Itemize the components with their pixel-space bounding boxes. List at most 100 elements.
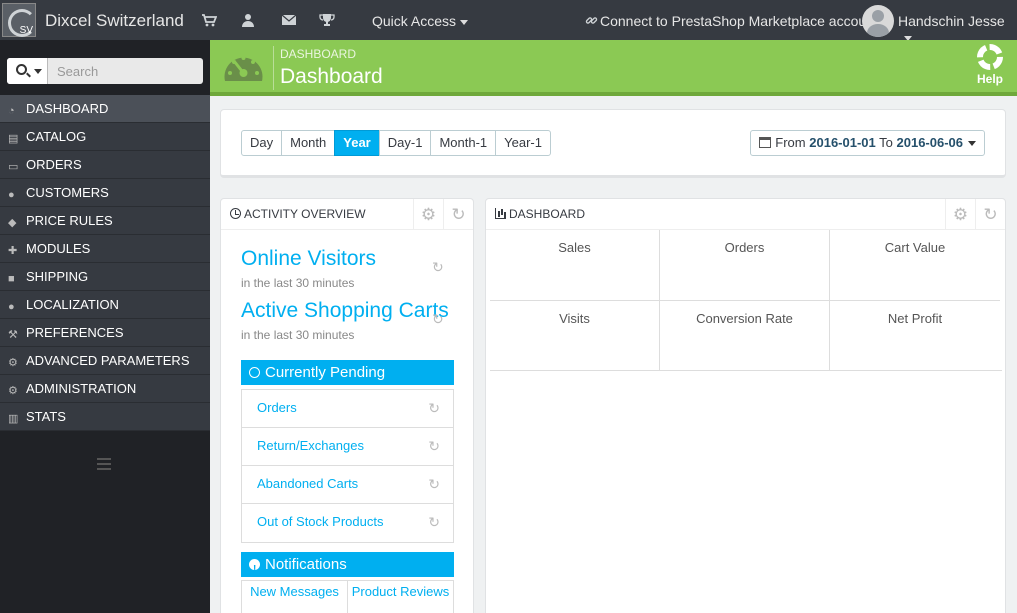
chevron-down-icon: [34, 69, 42, 74]
refresh-icon[interactable]: ↻: [432, 311, 444, 328]
list-item-label: Return/Exchanges: [257, 438, 364, 453]
kpi-cart-value[interactable]: Cart Value: [830, 230, 1000, 300]
refresh-icon[interactable]: ↻: [975, 199, 1005, 230]
cart-icon[interactable]: [201, 12, 218, 28]
panel-title: Activity overview: [230, 207, 366, 221]
page-header: DASHBOARD Dashboard Help: [210, 40, 1017, 96]
sidebar-item-orders[interactable]: ▭ ORDERS: [0, 151, 210, 179]
panel-title-text: Activity overview: [244, 207, 366, 221]
search-type-dropdown[interactable]: [7, 58, 48, 84]
refresh-icon[interactable]: ↻: [428, 504, 440, 540]
configure-icon[interactable]: ⚙: [413, 199, 443, 230]
pending-orders-link[interactable]: Orders ↻: [242, 390, 453, 428]
collapse-menu-icon[interactable]: [97, 458, 111, 470]
period-previous-day-button[interactable]: Day-1: [378, 130, 432, 156]
period-year-button[interactable]: Year: [334, 130, 380, 156]
configure-icon[interactable]: ⚙: [945, 199, 975, 230]
pending-out-of-stock-link[interactable]: Out of Stock Products ↻: [242, 504, 453, 542]
clock-icon: [230, 208, 241, 219]
sidebar-item-catalog[interactable]: ▤ CATALOG: [0, 123, 210, 151]
sidebar-item-shipping[interactable]: ■ SHIPPING: [0, 263, 210, 291]
panel-header: Dashboard ⚙ ↻: [486, 199, 1005, 230]
visitors-subtitle: in the last 30 minutes: [241, 276, 355, 290]
book-icon: ▤: [8, 133, 19, 145]
sidebar-item-dashboard[interactable]: ◔ DASHBOARD: [0, 95, 210, 123]
breadcrumb[interactable]: DASHBOARD: [280, 47, 356, 61]
quick-access-dropdown[interactable]: Quick Access: [372, 13, 468, 29]
date-filter-panel: Day Month Year Day-1 Month-1 Year-1 From…: [220, 109, 1006, 178]
tab-product-reviews[interactable]: Product Reviews: [347, 581, 453, 613]
calendar-icon: [759, 137, 772, 148]
kpi-sales[interactable]: Sales: [490, 230, 660, 300]
sidebar-item-label: ORDERS: [26, 157, 82, 172]
panel-header: Activity overview ⚙ ↻: [221, 199, 473, 230]
period-previous-year-button[interactable]: Year-1: [495, 130, 551, 156]
sidebar-item-price-rules[interactable]: ◆ PRICE RULES: [0, 207, 210, 235]
sidebar-item-label: PRICE RULES: [26, 213, 113, 228]
refresh-icon[interactable]: ↻: [428, 466, 440, 502]
pending-abandoned-carts-link[interactable]: Abandoned Carts ↻: [242, 466, 453, 504]
pending-returns-link[interactable]: Return/Exchanges ↻: [242, 428, 453, 466]
connect-marketplace-link[interactable]: Connect to PrestaShop Marketplace accoun…: [585, 13, 878, 29]
tab-new-messages[interactable]: New Messages: [242, 581, 347, 613]
sidebar: ◔ DASHBOARD ▤ CATALOG ▭ ORDERS ● CUSTOMERS ◆…: [0, 40, 210, 613]
period-day-button[interactable]: Day: [241, 130, 283, 156]
cog-icon: ⚙: [8, 385, 18, 397]
kpi-visits[interactable]: Visits: [490, 300, 660, 370]
panel-title-text: Dashboard: [509, 207, 586, 221]
kpi-conversion-rate[interactable]: Conversion Rate: [660, 300, 830, 370]
bar-chart-icon: [495, 208, 506, 219]
envelope-icon[interactable]: [281, 12, 297, 28]
sidebar-item-label: PREFERENCES: [26, 325, 124, 340]
sidebar-item-preferences[interactable]: ⚒ PREFERENCES: [0, 319, 210, 347]
sidebar-item-label: CUSTOMERS: [26, 185, 109, 200]
panel-title: Dashboard: [495, 207, 585, 221]
sidebar-item-label: MODULES: [26, 241, 91, 256]
activity-overview-panel: Activity overview ⚙ ↻ Online Visitors in…: [220, 198, 474, 613]
sidebar-item-localization[interactable]: ● LOCALIZATION: [0, 291, 210, 319]
period-month-button[interactable]: Month: [281, 130, 336, 156]
credit-card-icon: ▭: [8, 161, 19, 173]
main-menu: ◔ DASHBOARD ▤ CATALOG ▭ ORDERS ● CUSTOMERS ◆…: [0, 95, 210, 431]
refresh-icon[interactable]: ↻: [428, 390, 440, 426]
sidebar-item-administration[interactable]: ⚙ ADMINISTRATION: [0, 375, 210, 403]
sidebar-item-label: LOCALIZATION: [26, 297, 119, 312]
logo-text: SV: [19, 25, 33, 36]
search-input[interactable]: [49, 58, 203, 84]
period-previous-month-button[interactable]: Month-1: [430, 130, 497, 156]
kpi-orders[interactable]: Orders: [660, 230, 830, 300]
tags-icon: ◆: [8, 217, 17, 229]
sidebar-item-label: CATALOG: [26, 129, 87, 144]
sidebar-item-advanced-parameters[interactable]: ⚙ ADVANCED PARAMETERS: [0, 347, 210, 375]
truck-icon: ■: [8, 273, 15, 285]
dashboard-panel: Dashboard ⚙ ↻ Sales Orders Cart Value Vi…: [485, 198, 1006, 613]
user-icon[interactable]: [240, 12, 256, 28]
sidebar-item-stats[interactable]: ▥ STATS: [0, 403, 210, 431]
help-button[interactable]: Help: [973, 44, 1007, 86]
to-date: 2016-06-06: [896, 135, 964, 150]
online-visitors-title: Online Visitors: [241, 247, 377, 270]
sidebar-item-label: STATS: [26, 409, 66, 424]
shop-name[interactable]: Dixcel Switzerland: [45, 11, 184, 31]
pending-list: Orders ↻ Return/Exchanges ↻ Abandoned Cart…: [241, 389, 454, 543]
sidebar-item-customers[interactable]: ● CUSTOMERS: [0, 179, 210, 207]
refresh-icon[interactable]: ↻: [443, 199, 473, 230]
search-box: [7, 58, 203, 84]
list-item-label: Orders: [257, 400, 297, 415]
carts-subtitle: in the last 30 minutes: [241, 328, 355, 342]
trophy-icon[interactable]: [319, 12, 335, 28]
kpi-net-profit[interactable]: Net Profit: [830, 300, 1000, 370]
help-label: Help: [976, 72, 1003, 86]
currently-pending-label: Currently Pending: [265, 364, 386, 381]
top-bar: SV Dixcel Switzerland Quick Access Conne…: [0, 0, 1017, 40]
users-icon: ●: [8, 189, 15, 201]
list-item-label: Abandoned Carts: [257, 476, 359, 491]
refresh-icon[interactable]: ↻: [428, 428, 440, 464]
sidebar-item-modules[interactable]: ✚ MODULES: [0, 235, 210, 263]
sidebar-item-label: ADMINISTRATION: [26, 381, 137, 396]
speedometer-icon: [222, 49, 265, 87]
shop-logo[interactable]: SV: [2, 3, 36, 37]
avatar[interactable]: [862, 5, 894, 37]
refresh-icon[interactable]: ↻: [432, 259, 444, 276]
date-range-picker[interactable]: From 2016-01-01 To 2016-06-06: [750, 130, 985, 156]
